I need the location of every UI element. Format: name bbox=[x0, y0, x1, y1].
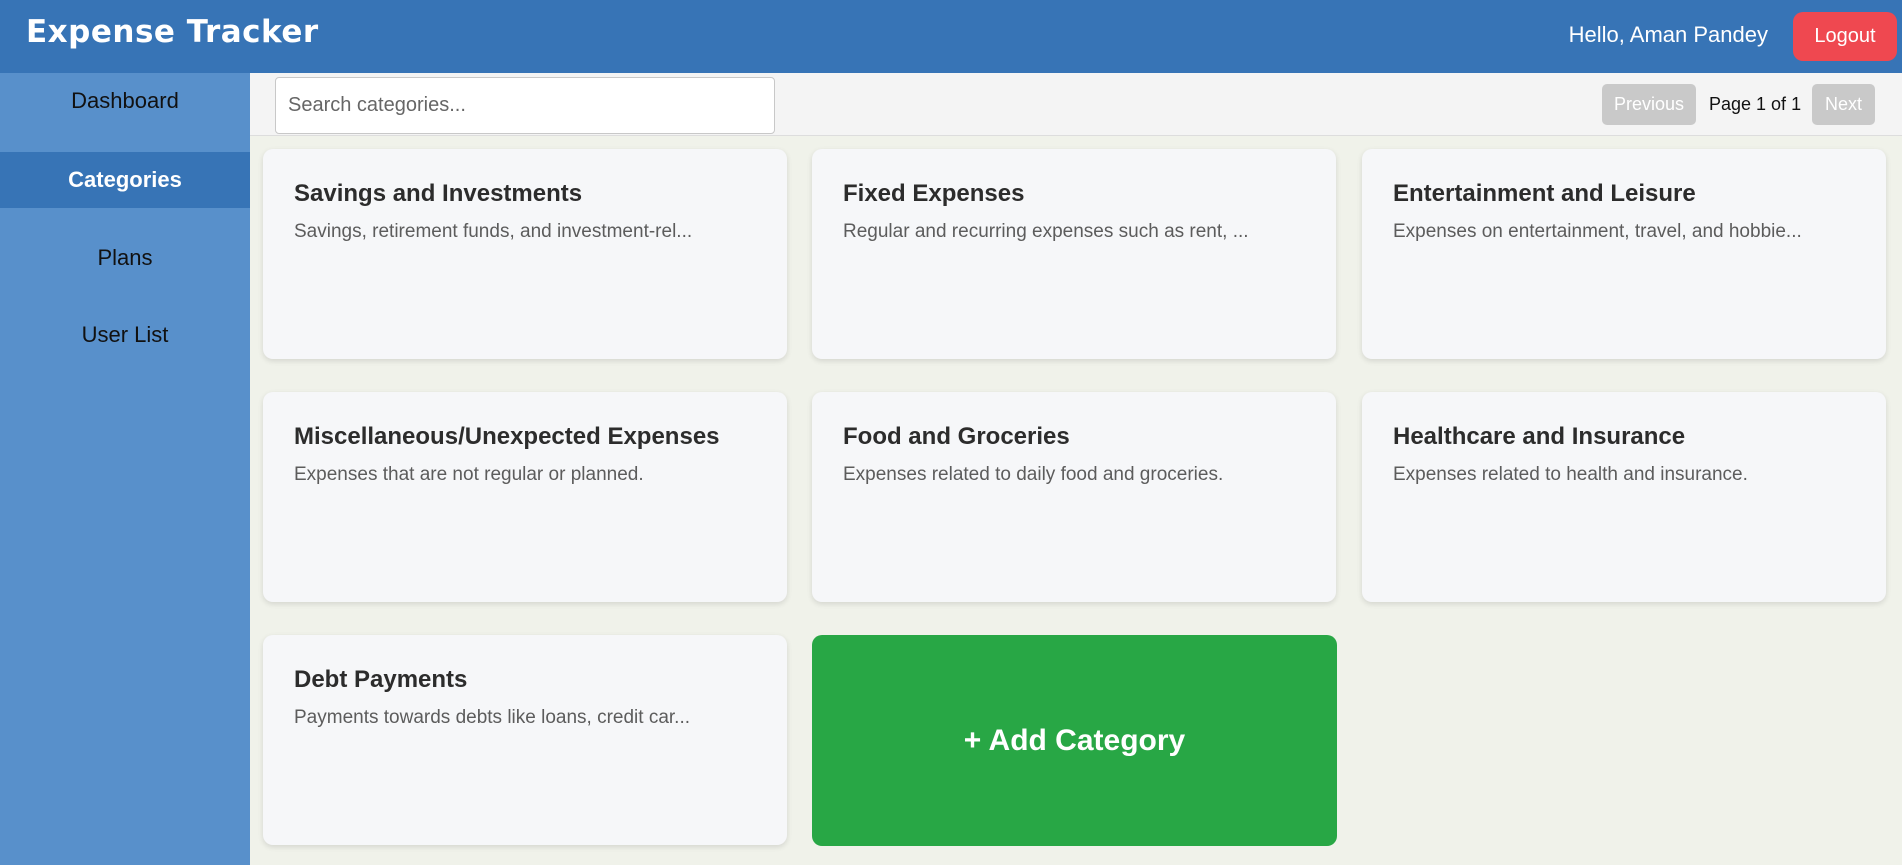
app-title: Expense Tracker bbox=[26, 14, 319, 50]
logout-button[interactable]: Logout bbox=[1793, 12, 1897, 61]
category-description: Expenses related to health and insurance… bbox=[1393, 464, 1748, 485]
category-title: Debt Payments bbox=[294, 666, 468, 693]
sidebar-item-plans[interactable]: Plans bbox=[0, 230, 250, 286]
page-indicator: Page 1 of 1 bbox=[1709, 94, 1802, 114]
category-title: Entertainment and Leisure bbox=[1393, 180, 1696, 207]
top-bar: Expense Tracker Hello, Aman Pandey Logou… bbox=[0, 0, 1902, 73]
category-title: Fixed Expenses bbox=[843, 180, 1025, 207]
category-description: Payments towards debts like loans, credi… bbox=[294, 707, 691, 728]
category-title: Food and Groceries bbox=[843, 423, 1070, 450]
category-title: Healthcare and Insurance bbox=[1393, 423, 1686, 450]
sidebar-item-categories[interactable]: Categories bbox=[0, 152, 250, 208]
category-card[interactable]: Fixed Expenses Regular and recurring exp… bbox=[812, 149, 1336, 359]
category-title: Miscellaneous/Unexpected Expenses bbox=[294, 423, 720, 450]
category-card[interactable]: Debt Payments Payments towards debts lik… bbox=[263, 635, 787, 845]
next-page-button[interactable]: Next bbox=[1812, 84, 1875, 125]
category-toolbar: Previous Page 1 of 1 Next bbox=[250, 73, 1902, 136]
previous-page-button[interactable]: Previous bbox=[1602, 84, 1696, 125]
sidebar-item-user-list[interactable]: User List bbox=[0, 307, 250, 363]
add-category-label: + Add Category bbox=[963, 723, 1186, 757]
category-title: Savings and Investments bbox=[294, 180, 583, 207]
category-card[interactable]: Miscellaneous/Unexpected Expenses Expens… bbox=[263, 392, 787, 602]
sidebar: Dashboard Categories Plans User List bbox=[0, 73, 250, 865]
category-description: Savings, retirement funds, and investmen… bbox=[294, 221, 693, 242]
category-card[interactable]: Entertainment and Leisure Expenses on en… bbox=[1362, 149, 1886, 359]
sidebar-item-dashboard[interactable]: Dashboard bbox=[0, 73, 250, 129]
category-description: Expenses that are not regular or planned… bbox=[294, 464, 644, 485]
search-input[interactable] bbox=[275, 77, 775, 134]
user-greeting: Hello, Aman Pandey bbox=[1568, 22, 1768, 47]
category-card[interactable]: Food and Groceries Expenses related to d… bbox=[812, 392, 1336, 602]
add-category-button[interactable]: + Add Category bbox=[812, 635, 1337, 846]
category-card[interactable]: Savings and Investments Savings, retirem… bbox=[263, 149, 787, 359]
category-description: Expenses on entertainment, travel, and h… bbox=[1393, 221, 1802, 242]
category-description: Regular and recurring expenses such as r… bbox=[843, 221, 1249, 242]
category-card[interactable]: Healthcare and Insurance Expenses relate… bbox=[1362, 392, 1886, 602]
category-description: Expenses related to daily food and groce… bbox=[843, 464, 1224, 485]
